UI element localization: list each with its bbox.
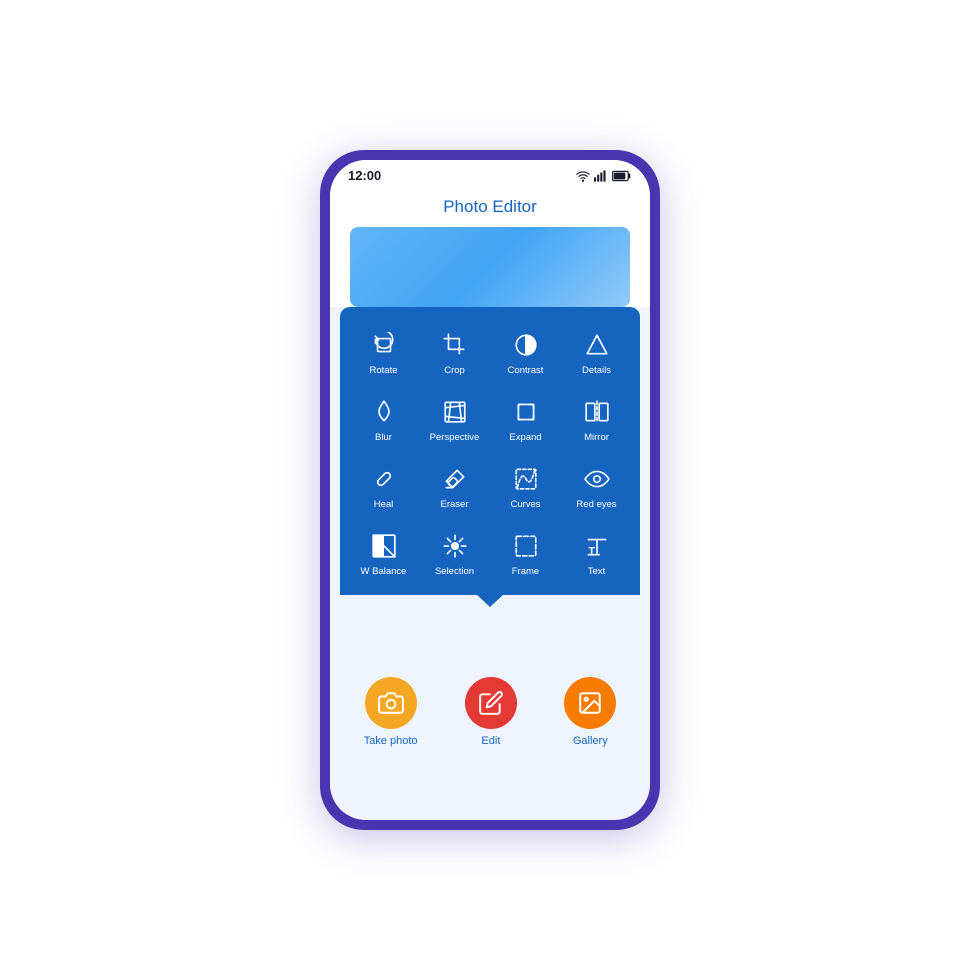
tool-red-eyes-label: Red eyes [576, 499, 616, 510]
phone-frame: 12:00 [320, 150, 660, 830]
expand-icon [510, 396, 542, 428]
svg-text:T: T [588, 546, 595, 558]
tool-crop-label: Crop [444, 365, 465, 376]
details-icon [581, 329, 613, 361]
battery-icon [612, 170, 632, 182]
status-icons [576, 169, 632, 183]
selection-icon [439, 530, 471, 562]
image-icon [577, 690, 603, 716]
tool-text-label: Text [588, 566, 605, 577]
tool-contrast-label: Contrast [508, 365, 544, 376]
tool-perspective-label: Perspective [430, 432, 480, 443]
tool-expand[interactable]: Expand [492, 388, 559, 451]
gallery-button[interactable] [564, 677, 616, 729]
tool-mirror[interactable]: Mirror [563, 388, 630, 451]
tool-heal-label: Heal [374, 499, 394, 510]
nav-gallery[interactable]: Gallery [564, 677, 616, 747]
wifi-icon [576, 169, 590, 183]
take-photo-label: Take photo [364, 735, 418, 747]
tool-heal[interactable]: Heal [350, 455, 417, 518]
tool-details[interactable]: Details [563, 321, 630, 384]
edit-label: Edit [481, 735, 500, 747]
curves-icon [510, 463, 542, 495]
tool-eraser-label: Eraser [441, 499, 469, 510]
tool-red-eyes[interactable]: Red eyes [563, 455, 630, 518]
app-header: Photo Editor [330, 189, 650, 227]
tool-details-label: Details [582, 365, 611, 376]
tool-contrast[interactable]: Contrast [492, 321, 559, 384]
edit-button[interactable] [465, 677, 517, 729]
crop-icon [439, 329, 471, 361]
camera-icon [378, 690, 404, 716]
mirror-icon [581, 396, 613, 428]
app-title: Photo Editor [443, 197, 537, 216]
tool-mirror-label: Mirror [584, 432, 609, 443]
tool-w-balance-label: W Balance [361, 566, 407, 577]
tool-expand-label: Expand [509, 432, 541, 443]
tools-grid: Rotate Crop Contrast [350, 321, 630, 585]
tool-curves[interactable]: Curves [492, 455, 559, 518]
contrast-icon [510, 329, 542, 361]
text-icon: T [581, 530, 613, 562]
heal-icon [368, 463, 400, 495]
status-time: 12:00 [348, 168, 381, 183]
take-photo-button[interactable] [365, 677, 417, 729]
gallery-label: Gallery [573, 735, 608, 747]
image-area [330, 227, 650, 307]
tool-selection[interactable]: Selection [421, 522, 488, 585]
tool-text[interactable]: T Text [563, 522, 630, 585]
tool-selection-label: Selection [435, 566, 474, 577]
tool-blur[interactable]: Blur [350, 388, 417, 451]
w-balance-icon [368, 530, 400, 562]
tool-crop[interactable]: Crop [421, 321, 488, 384]
nav-take-photo[interactable]: Take photo [364, 677, 418, 747]
tools-panel: Rotate Crop Contrast [340, 307, 640, 595]
frame-icon [510, 530, 542, 562]
tool-perspective[interactable]: Perspective [421, 388, 488, 451]
blur-icon [368, 396, 400, 428]
image-placeholder [350, 227, 630, 307]
phone-screen: 12:00 [330, 160, 650, 820]
tool-rotate[interactable]: Rotate [350, 321, 417, 384]
tool-rotate-label: Rotate [370, 365, 398, 376]
tool-frame-label: Frame [512, 566, 539, 577]
status-bar: 12:00 [330, 160, 650, 189]
tool-eraser[interactable]: Eraser [421, 455, 488, 518]
red-eyes-icon [581, 463, 613, 495]
rotate-icon [368, 329, 400, 361]
signal-icon [594, 169, 608, 183]
pencil-icon [478, 690, 504, 716]
nav-edit[interactable]: Edit [465, 677, 517, 747]
tool-frame[interactable]: Frame [492, 522, 559, 585]
tool-curves-label: Curves [510, 499, 540, 510]
perspective-icon [439, 396, 471, 428]
eraser-icon [439, 463, 471, 495]
tool-blur-label: Blur [375, 432, 392, 443]
tool-w-balance[interactable]: W Balance [350, 522, 417, 585]
bottom-nav: Take photo Edit [330, 595, 650, 820]
